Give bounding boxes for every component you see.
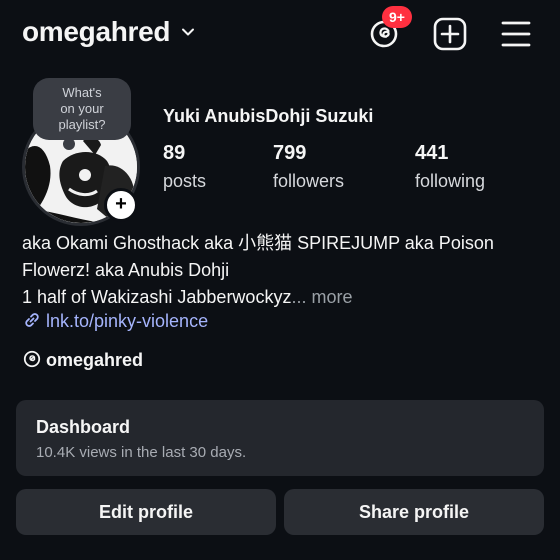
add-story-plus-icon[interactable]: + bbox=[104, 188, 138, 222]
display-name: Yuki AnubisDohji Suzuki bbox=[163, 106, 374, 126]
note-line: playlist? bbox=[58, 117, 106, 132]
dashboard-title: Dashboard bbox=[36, 417, 131, 437]
stat-posts-value: 89 bbox=[163, 142, 186, 164]
link-icon bbox=[25, 313, 39, 327]
share-profile-button[interactable]: Share profile bbox=[284, 489, 544, 535]
stat-following-label: following bbox=[415, 171, 486, 191]
bio-line: aka Okami Ghosthack aka 小熊猫 SPIREJUMP ak… bbox=[22, 233, 494, 253]
notification-badge: 9+ bbox=[382, 6, 412, 28]
top-bar: omegahred 9+ bbox=[0, 0, 560, 68]
threads-icon bbox=[23, 350, 41, 368]
bio-line: 1 half of Wakizashi Jabberwockyz... more bbox=[22, 284, 542, 311]
menu-icon[interactable] bbox=[500, 19, 532, 49]
stat-posts[interactable]: 89 posts bbox=[163, 142, 206, 192]
stat-posts-label: posts bbox=[163, 171, 207, 191]
dashboard-subtitle: 10.4K views in the last 30 days. bbox=[36, 444, 247, 461]
note-bubble[interactable]: What's on your playlist? bbox=[33, 78, 131, 150]
bio-ellipsis: ... bbox=[291, 287, 307, 307]
stat-followers-label: followers bbox=[273, 171, 345, 191]
threads-handle[interactable]: omegahred bbox=[46, 350, 143, 370]
bio-line-text: 1 half of Wakizashi Jabberwockyz bbox=[22, 287, 292, 307]
bio: aka Okami Ghosthack aka 小熊猫 SPIREJUMP ak… bbox=[22, 230, 542, 311]
profile-link-text[interactable]: lnk.to/pinky-violence bbox=[46, 311, 208, 331]
threads-profile-link[interactable]: omegahred bbox=[22, 349, 143, 371]
stat-following[interactable]: 441 following bbox=[415, 142, 485, 192]
bio-line: Flowerz! aka Anubis Dohji bbox=[22, 260, 230, 280]
bio-more-link[interactable]: more bbox=[306, 287, 352, 307]
edit-profile-button[interactable]: Edit profile bbox=[16, 489, 276, 535]
note-line: on your bbox=[60, 101, 104, 116]
note-line: What's bbox=[62, 85, 102, 100]
stat-followers-value: 799 bbox=[273, 142, 307, 164]
account-switcher-username[interactable]: omegahred bbox=[22, 16, 171, 48]
stat-followers[interactable]: 799 followers bbox=[273, 142, 344, 192]
profile-link[interactable]: lnk.to/pinky-violence bbox=[22, 310, 208, 332]
chevron-down-icon[interactable] bbox=[180, 24, 196, 40]
add-icon[interactable] bbox=[433, 17, 467, 51]
stat-following-value: 441 bbox=[415, 142, 449, 164]
professional-dashboard-card[interactable]: Dashboard 10.4K views in the last 30 day… bbox=[16, 400, 544, 476]
